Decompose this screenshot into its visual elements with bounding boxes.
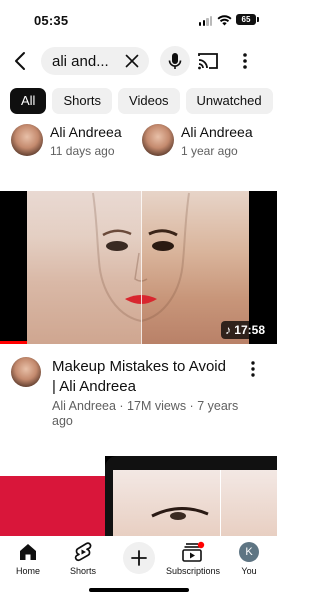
thumbnail-bg: [0, 456, 105, 476]
channel-avatar: [142, 124, 174, 156]
chip-all[interactable]: All: [10, 88, 47, 114]
home-icon: [20, 544, 36, 560]
chip-unwatched[interactable]: Unwatched: [185, 88, 273, 114]
video-more-icon[interactable]: [245, 359, 261, 379]
watch-progress-bar: [0, 341, 27, 344]
status-time: 05:35: [34, 13, 69, 28]
channel-upload-time: 11 days ago: [50, 144, 115, 158]
nav-you[interactable]: K You: [221, 540, 277, 580]
video-title[interactable]: Makeup Mistakes to Avoid | Ali Andreea: [52, 357, 232, 397]
status-bar: 05:35 65: [0, 0, 277, 40]
clear-search-icon[interactable]: [125, 54, 139, 68]
nav-home-label: Home: [15, 566, 40, 576]
shorts-icon: [74, 542, 92, 562]
wifi-icon: [217, 15, 232, 26]
channel-results: Ali Andreea 11 days ago Ali Andreea 1 ye…: [0, 123, 277, 159]
nav-subscriptions-label: Subscriptions: [165, 566, 221, 576]
back-arrow-icon[interactable]: [9, 48, 33, 74]
chip-videos[interactable]: Videos: [118, 88, 180, 114]
channel-name: Ali Andreea: [181, 124, 253, 140]
thumbnail-red-panel: [0, 476, 105, 536]
chip-shorts[interactable]: Shorts: [52, 88, 113, 114]
thumbnail-split-line: [220, 470, 221, 536]
nav-home[interactable]: Home: [0, 540, 56, 580]
search-header: ali and...: [0, 46, 277, 76]
battery-icon: 65: [236, 14, 259, 25]
video-duration-badge: ♪ 17:58: [220, 321, 270, 339]
home-indicator: [89, 588, 189, 592]
bottom-navigation: Home Shorts Subscriptions K You: [0, 536, 277, 600]
channel-name: Ali Andreea: [50, 124, 122, 140]
microphone-icon: [168, 53, 182, 69]
cast-icon[interactable]: [196, 50, 220, 72]
create-button[interactable]: [123, 542, 155, 574]
signal-icon: [199, 16, 213, 26]
video-info[interactable]: Makeup Mistakes to Avoid | Ali Andreea A…: [0, 357, 277, 437]
nav-subscriptions[interactable]: Subscriptions: [165, 540, 221, 580]
channel-item[interactable]: Ali Andreea 1 year ago: [142, 123, 272, 159]
eye-illustration: [151, 507, 209, 520]
video-duration: 17:58: [234, 323, 265, 337]
thumbnail-split-line: [141, 191, 142, 344]
user-avatar: K: [239, 542, 259, 562]
music-note-icon: ♪: [224, 323, 231, 337]
channel-avatar[interactable]: [11, 357, 41, 387]
channel-upload-time: 1 year ago: [181, 144, 238, 158]
channel-avatar: [11, 124, 43, 156]
more-options-icon[interactable]: [237, 50, 253, 72]
plus-icon: [131, 550, 147, 566]
nav-you-label: You: [241, 566, 257, 576]
subscriptions-icon: [182, 541, 205, 562]
search-query: ali and...: [52, 53, 109, 70]
filter-chips: All Shorts Videos Unwatched: [10, 88, 279, 114]
channel-item[interactable]: Ali Andreea 11 days ago: [11, 123, 136, 159]
nav-shorts[interactable]: Shorts: [55, 540, 111, 580]
face-illustration: [92, 192, 190, 323]
video-thumbnail[interactable]: ♪ 17:58: [0, 191, 277, 344]
next-video-thumbnail[interactable]: [0, 456, 277, 536]
video-metadata: Ali Andreea · 17M views · 7 years ago: [52, 399, 239, 428]
nav-shorts-label: Shorts: [69, 566, 96, 576]
voice-search-button[interactable]: [160, 46, 190, 76]
search-input[interactable]: ali and...: [41, 47, 149, 75]
thumbnail-phone-screen: [113, 470, 277, 536]
